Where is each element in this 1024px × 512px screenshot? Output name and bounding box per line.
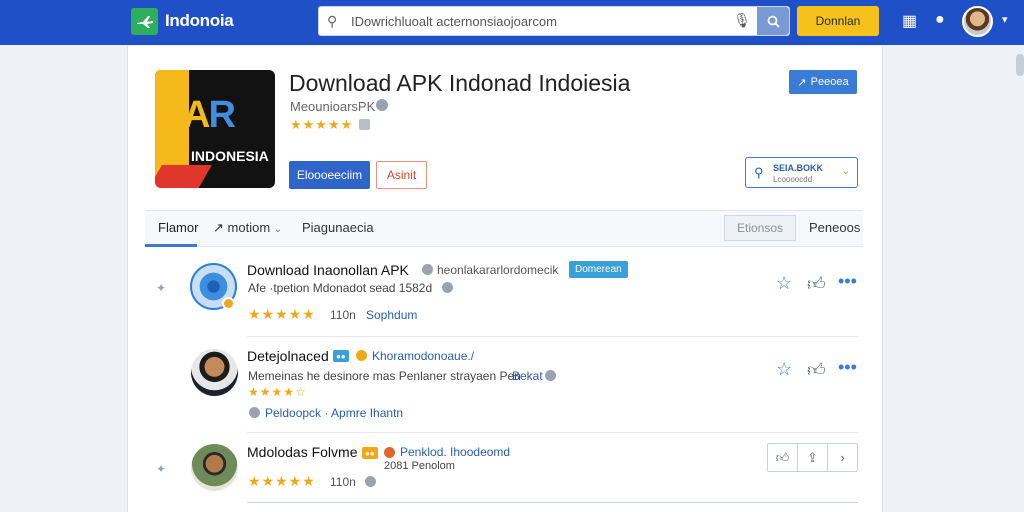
tab-active[interactable]: Flamor — [158, 220, 198, 235]
star-icon[interactable]: ☆ — [776, 359, 792, 380]
rating-stars: ★★★★★ — [248, 473, 316, 489]
badge-icon: ●● — [333, 350, 349, 362]
info-icon — [365, 476, 376, 487]
info-icon — [545, 370, 556, 381]
app-developer[interactable]: MeounioarsPK — [290, 99, 375, 114]
share-icon: ↗ — [797, 76, 807, 89]
list-item-subtitle: 2081 Penolom — [384, 460, 455, 472]
microphone-icon[interactable]: 🎙 — [733, 12, 751, 29]
app-rating-stars: ★★★★★ — [290, 117, 354, 132]
install-button[interactable]: Eloooeeciim — [289, 161, 370, 189]
star-icon[interactable]: ☆ — [776, 273, 792, 294]
globe-icon — [249, 407, 260, 418]
list-item-title[interactable]: Download Inaonollan APK — [247, 262, 409, 278]
more-icon[interactable]: ••• — [838, 357, 857, 378]
tab-indicator — [145, 244, 197, 247]
info-icon[interactable] — [359, 119, 370, 130]
apps-icon[interactable]: ▦ — [902, 11, 917, 31]
info-icon — [442, 282, 453, 293]
list-item-footer-link[interactable]: Peldoopck · Apmre Ihantn — [265, 406, 403, 420]
app-icon: AR INDONESIA — [155, 70, 275, 188]
list-item-link[interactable]: Penklod. Ihoodeomd — [400, 445, 510, 459]
drag-handle-icon[interactable]: ✦ — [156, 462, 166, 476]
search-input[interactable]: IDowrichluoalt acternonsiaojoarcom — [351, 14, 557, 29]
list-item-link[interactable]: Bekat — [512, 369, 543, 383]
download-count: 110n — [330, 475, 356, 489]
more-icon[interactable]: ••• — [838, 271, 857, 292]
notification-icon[interactable]: ● — [935, 11, 945, 29]
list-item-subtitle: Memeinas he desinore mas Penlaner straya… — [248, 369, 521, 383]
row-action-group: 👍︎ ⇪ › — [767, 443, 858, 472]
download-button[interactable]: Donnlan — [797, 6, 879, 36]
info-icon — [422, 264, 433, 275]
tab-right[interactable]: Peneoos — [809, 220, 860, 235]
rating-stars: ★★★★☆ — [248, 385, 307, 399]
share-button[interactable]: ↗ Peeoea — [789, 70, 857, 94]
download-count: 110n — [330, 308, 356, 322]
badge-icon — [222, 297, 235, 310]
thumbs-up-icon[interactable]: 👍︎ — [768, 444, 798, 471]
divider — [247, 336, 858, 337]
search-icon: ⚲ — [754, 165, 764, 180]
list-item-link[interactable]: Khoramodonoaue./ — [372, 349, 474, 363]
scrollbar[interactable] — [1016, 54, 1024, 76]
divider — [247, 432, 858, 433]
verified-icon — [376, 99, 388, 111]
list-item-title[interactable]: Mdolodas Folvme — [247, 444, 358, 460]
report-button[interactable]: Asinit — [376, 161, 427, 189]
chevron-down-icon[interactable]: ▾ — [1002, 13, 1008, 26]
tab-motion[interactable]: ↗ motiom ⌄ — [213, 220, 282, 236]
thumbs-up-icon[interactable]: 👍︎ — [807, 273, 826, 295]
divider — [247, 502, 858, 503]
drag-handle-icon[interactable]: ✦ — [156, 281, 166, 295]
app-title: Download APK Indonad Indoiesia — [289, 70, 631, 96]
share-icon[interactable]: ⇪ — [798, 444, 828, 471]
emoji-icon — [356, 350, 367, 361]
thumbs-up-icon[interactable]: 👍︎ — [807, 359, 826, 381]
list-item-title[interactable]: Detejolnaced — [247, 348, 329, 364]
arrow-icon: ↗ — [213, 220, 224, 235]
avatar[interactable] — [191, 444, 238, 491]
tab-pagination[interactable]: Piagunaecia — [302, 220, 374, 235]
avatar[interactable] — [191, 349, 238, 396]
badge-icon: ●● — [362, 447, 378, 459]
chevron-down-icon: ⌄ — [273, 224, 283, 235]
rating-stars: ★★★★★ — [248, 306, 316, 322]
logo-text[interactable]: Indonoia — [165, 11, 234, 31]
list-item-subtitle: Afe ·tpetion Mdonadot sead 1582d — [248, 281, 433, 295]
chevron-down-icon: ⌄ — [841, 166, 850, 177]
tab-options-box[interactable]: Etionsos — [724, 215, 796, 241]
search-bar[interactable]: ⚲ IDowrichluoalt acternonsiaojoarcom 🎙 — [318, 6, 790, 36]
user-avatar[interactable] — [962, 6, 993, 37]
search-icon: ⚲ — [327, 13, 338, 29]
search-dropdown[interactable]: ⚲ SEIA.BOKK Lcoooocdd ⌄ — [745, 157, 858, 188]
chevron-right-icon[interactable]: › — [828, 444, 857, 471]
search-button[interactable] — [757, 7, 789, 35]
logo-icon[interactable] — [131, 8, 158, 35]
emoji-icon — [384, 447, 395, 458]
status-badge: Domerean — [569, 261, 628, 278]
list-item-extra: heonlakararlordomecik — [437, 263, 559, 277]
list-item-link[interactable]: Sophdum — [366, 308, 417, 322]
